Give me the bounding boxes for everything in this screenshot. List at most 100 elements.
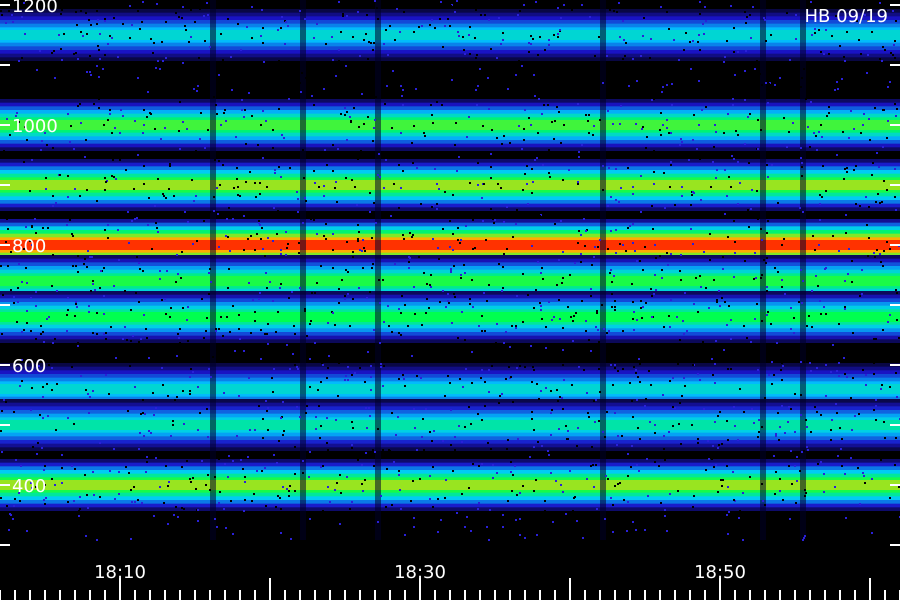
noise-speck — [875, 201, 877, 203]
noise-speck — [6, 505, 8, 507]
noise-speck — [291, 291, 293, 293]
noise-speck — [741, 521, 743, 523]
noise-speck — [622, 58, 624, 60]
noise-speck — [648, 370, 650, 372]
noise-speck — [305, 77, 307, 79]
noise-speck — [118, 471, 120, 473]
noise-speck — [52, 147, 54, 149]
noise-speck — [595, 326, 597, 328]
noise-speck — [51, 478, 53, 480]
noise-speck — [807, 449, 809, 451]
noise-speck — [55, 202, 57, 204]
noise-speck — [8, 10, 10, 12]
noise-speck — [800, 269, 802, 271]
noise-speck — [359, 55, 361, 57]
noise-speck — [203, 15, 205, 17]
y-tick-label: 1000 — [12, 116, 58, 137]
noise-speck — [262, 27, 264, 29]
noise-speck — [760, 228, 762, 230]
noise-speck — [452, 194, 454, 196]
noise-speck — [466, 136, 468, 138]
noise-speck — [111, 132, 113, 134]
noise-speck — [727, 236, 729, 238]
noise-speck — [550, 434, 552, 436]
noise-speck — [318, 186, 320, 188]
noise-speck — [246, 26, 248, 28]
noise-speck — [846, 171, 848, 173]
noise-speck — [640, 175, 642, 177]
noise-speck — [843, 357, 845, 359]
noise-speck — [85, 389, 87, 391]
noise-speck — [541, 113, 543, 115]
noise-speck — [783, 238, 785, 240]
noise-speck — [181, 251, 183, 253]
noise-speck — [636, 399, 638, 401]
noise-speck — [88, 412, 90, 414]
noise-speck — [20, 521, 22, 523]
noise-speck — [362, 239, 364, 241]
noise-speck — [871, 174, 873, 176]
noise-speck — [635, 369, 637, 371]
noise-speck — [463, 89, 465, 91]
noise-speck — [796, 480, 798, 482]
noise-speck — [47, 227, 49, 229]
noise-speck — [260, 124, 262, 126]
noise-speck — [588, 359, 590, 361]
noise-speck — [618, 2, 620, 4]
noise-speck — [32, 446, 34, 448]
noise-speck — [347, 379, 349, 381]
noise-speck — [79, 103, 81, 105]
noise-speck — [288, 490, 290, 492]
noise-speck — [272, 240, 274, 242]
noise-speck — [852, 377, 854, 379]
noise-speck — [55, 93, 57, 95]
noise-speck — [838, 375, 840, 377]
noise-speck — [608, 167, 610, 169]
noise-speck — [369, 192, 371, 194]
noise-speck — [592, 134, 594, 136]
noise-speck — [724, 301, 726, 303]
noise-speck — [677, 490, 679, 492]
noise-speck — [572, 320, 574, 322]
noise-speck — [133, 188, 135, 190]
noise-speck — [45, 177, 47, 179]
noise-speck — [148, 357, 150, 359]
noise-speck — [789, 59, 791, 61]
noise-speck — [288, 495, 290, 497]
noise-speck — [586, 392, 588, 394]
noise-speck — [851, 260, 853, 262]
noise-speck — [654, 274, 656, 276]
noise-speck — [713, 279, 715, 281]
noise-speck — [214, 159, 216, 161]
noise-speck — [839, 45, 841, 47]
noise-speck — [346, 241, 348, 243]
noise-speck — [468, 487, 470, 489]
noise-speck — [434, 27, 436, 29]
noise-speck — [635, 456, 637, 458]
noise-speck — [499, 395, 501, 397]
noise-speck — [67, 297, 69, 299]
noise-speck — [187, 221, 189, 223]
noise-speck — [738, 517, 740, 519]
noise-speck — [512, 401, 514, 403]
noise-speck — [892, 10, 894, 12]
noise-speck — [24, 33, 26, 35]
noise-speck — [307, 93, 309, 95]
noise-speck — [249, 171, 251, 173]
noise-speck — [492, 464, 494, 466]
noise-speck — [391, 127, 393, 129]
noise-speck — [364, 250, 366, 252]
noise-speck — [460, 277, 462, 279]
noise-speck — [213, 210, 215, 212]
noise-speck — [244, 499, 246, 501]
noise-speck — [216, 187, 218, 189]
noise-speck — [207, 129, 209, 131]
noise-speck — [478, 325, 480, 327]
noise-speck — [96, 65, 98, 67]
noise-speck — [618, 201, 620, 203]
noise-speck — [158, 354, 160, 356]
noise-speck — [602, 189, 604, 191]
noise-speck — [643, 17, 645, 19]
noise-speck — [73, 423, 75, 425]
noise-speck — [141, 502, 143, 504]
